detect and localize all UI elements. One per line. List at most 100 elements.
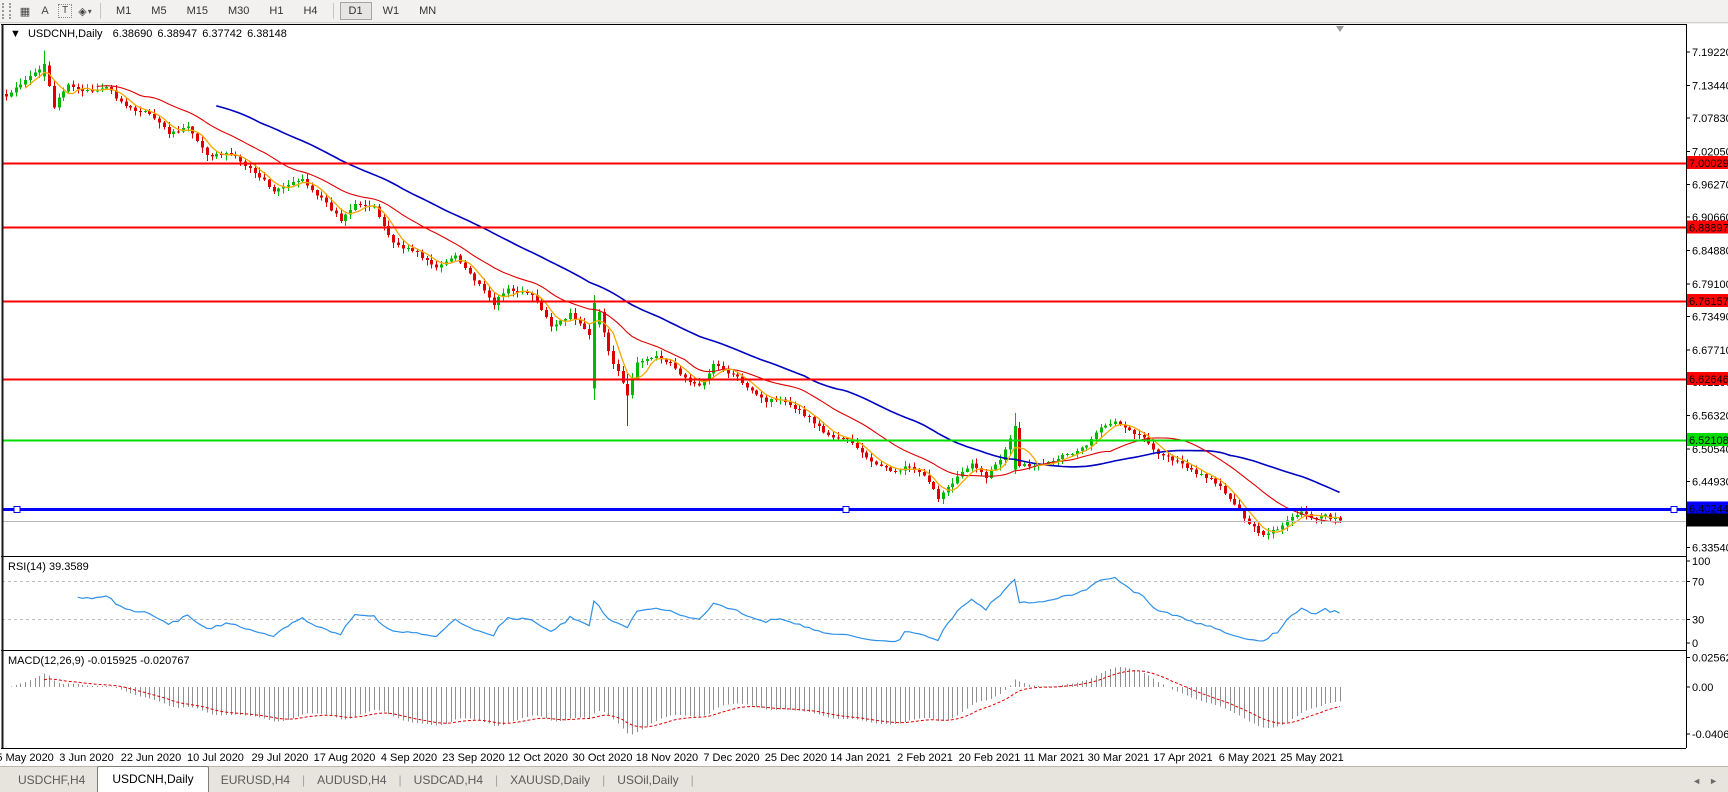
- chevron-down-icon: ▾: [87, 6, 92, 16]
- price-tick: 6.56320: [1692, 411, 1728, 423]
- tabs-scroll-right-icon[interactable]: ►: [1709, 776, 1718, 786]
- date-tick[interactable]: 10 Jul 2020: [187, 752, 244, 764]
- date-tick[interactable]: 25 Dec 2020: [765, 752, 827, 764]
- macd-tick: 0.00: [1692, 682, 1713, 694]
- tab-separator: |: [690, 773, 694, 787]
- date-tick[interactable]: 17 Aug 2020: [314, 752, 376, 764]
- text-label-button[interactable]: A: [36, 2, 54, 20]
- toolbar-drag-handle[interactable]: [2, 3, 11, 19]
- svg-text:7.00029: 7.00029: [1689, 158, 1728, 170]
- price-tick: 7.13440: [1692, 81, 1728, 93]
- ohlc-high: 6.38947: [157, 28, 197, 40]
- svg-text:6.62646: 6.62646: [1689, 374, 1728, 386]
- date-axis[interactable]: 15 May 2020 3 Jun 2020 22 Jun 2020 10 Jul 2…: [0, 752, 1344, 764]
- date-tick[interactable]: 17 Apr 2021: [1153, 752, 1212, 764]
- date-tick[interactable]: 6 May 2021: [1219, 752, 1276, 764]
- date-tick[interactable]: 3 Jun 2020: [59, 752, 113, 764]
- svg-text:6.52108: 6.52108: [1689, 435, 1728, 447]
- symbol-dropdown-icon: ▼: [10, 28, 21, 40]
- date-tick[interactable]: 7 Dec 2020: [703, 752, 759, 764]
- svg-text:6.38148: 6.38148: [1689, 516, 1728, 528]
- timeframe-button-w1[interactable]: W1: [374, 2, 409, 20]
- date-tick[interactable]: 18 Nov 2020: [636, 752, 698, 764]
- macd-label: MACD(12,26,9) -0.015925 -0.020767: [8, 655, 190, 667]
- date-tick[interactable]: 30 Oct 2020: [573, 752, 633, 764]
- toolbar-separator: [100, 3, 101, 19]
- timeframe-button-h1[interactable]: H1: [260, 2, 292, 20]
- text-label-icon: A: [41, 5, 49, 17]
- tab-scrollers: ◄ ►: [1682, 776, 1728, 792]
- tab-audusd-h4[interactable]: AUDUSD,H4: [305, 769, 398, 792]
- timeframe-button-mn[interactable]: MN: [410, 2, 445, 20]
- date-tick[interactable]: 2 Feb 2021: [897, 752, 953, 764]
- rsi-line: [77, 576, 1340, 643]
- indicator-list-icon[interactable]: ▦: [16, 2, 34, 20]
- rsi-tick: 100: [1692, 556, 1710, 568]
- date-tick[interactable]: 22 Jun 2020: [121, 752, 182, 764]
- ma-20-line: [96, 85, 1340, 523]
- timeframe-button-m15[interactable]: M15: [178, 2, 217, 20]
- timeframe-button-m1[interactable]: M1: [107, 2, 140, 20]
- toolbar-separator: [332, 3, 334, 19]
- rsi-panel: [2, 576, 1686, 643]
- grid-icon: ▦: [19, 5, 31, 18]
- ohlc-low: 6.37742: [202, 28, 242, 40]
- date-tick[interactable]: 20 Feb 2021: [959, 752, 1021, 764]
- price-tick: 6.44930: [1692, 476, 1728, 488]
- rsi-tick: 0: [1692, 638, 1698, 650]
- svg-text:6.76157: 6.76157: [1689, 296, 1728, 308]
- text-box-button[interactable]: T: [56, 2, 74, 20]
- tab-usdchf-h4[interactable]: USDCHF,H4: [6, 769, 97, 792]
- price-axis[interactable]: 7.192207.134407.078307.020506.962706.906…: [1686, 47, 1728, 741]
- ohlc-open: 6.38690: [113, 28, 153, 40]
- date-tick[interactable]: 11 Mar 2021: [1024, 752, 1085, 764]
- rsi-tick: 70: [1692, 577, 1704, 589]
- price-tick: 6.73490: [1692, 311, 1728, 323]
- shapes-icon: ◈: [78, 5, 87, 18]
- timeframe-button-group: M1 M5 M15 M30 H1 H4 D1 W1 MN: [106, 2, 446, 20]
- rsi-tick: 30: [1692, 615, 1704, 627]
- macd-tick: 0.025623: [1692, 653, 1728, 665]
- price-tick: 7.19220: [1692, 47, 1728, 59]
- tab-xauusd-daily[interactable]: XAUUSD,Daily: [498, 769, 602, 792]
- tab-usdcad-h4[interactable]: USDCAD,H4: [402, 769, 495, 792]
- level-handle[interactable]: [842, 506, 850, 513]
- panel-borders: [1, 24, 1687, 749]
- date-tick[interactable]: 30 Mar 2021: [1088, 752, 1150, 764]
- horizontal-level-lines[interactable]: [2, 162, 1686, 522]
- macd-tick: -0.040687: [1692, 729, 1728, 741]
- tab-usdcnh-daily[interactable]: USDCNH,Daily: [97, 766, 209, 792]
- macd-signal-line: [43, 670, 1341, 728]
- rsi-label: RSI(14) 39.3589: [8, 561, 89, 573]
- date-tick[interactable]: 12 Oct 2020: [508, 752, 568, 764]
- date-tick[interactable]: 4 Sep 2020: [381, 752, 437, 764]
- timeframe-button-m30[interactable]: M30: [219, 2, 258, 20]
- tab-eurusd-h4[interactable]: EURUSD,H4: [209, 769, 302, 792]
- chart-shift-marker[interactable]: [1336, 26, 1344, 32]
- candlestick-series: [5, 50, 1342, 540]
- shapes-button[interactable]: ◈ ▾: [76, 2, 94, 20]
- tab-usoil-daily[interactable]: USOil,Daily: [605, 769, 690, 792]
- date-tick[interactable]: 14 Jan 2021: [830, 752, 891, 764]
- timeframe-button-m5[interactable]: M5: [142, 2, 175, 20]
- price-tick: 6.96270: [1692, 180, 1728, 192]
- date-tick[interactable]: 15 May 2020: [0, 752, 54, 764]
- timeframe-button-h4[interactable]: H4: [294, 2, 326, 20]
- price-tick: 7.07830: [1692, 113, 1728, 125]
- level-handle[interactable]: [13, 506, 21, 513]
- tabs-scroll-left-icon[interactable]: ◄: [1692, 776, 1701, 786]
- text-box-icon: T: [57, 4, 73, 18]
- date-tick[interactable]: 29 Jul 2020: [252, 752, 309, 764]
- macd-panel: [11, 667, 1341, 735]
- price-tick: 6.67710: [1692, 345, 1728, 357]
- price-tick: 6.79100: [1692, 279, 1728, 291]
- chart-canvas[interactable]: 7.192207.134407.078307.020506.962706.906…: [0, 24, 1728, 766]
- level-handle[interactable]: [1670, 506, 1678, 513]
- date-tick[interactable]: 25 May 2021: [1280, 752, 1344, 764]
- date-tick[interactable]: 23 Sep 2020: [442, 752, 504, 764]
- symbol-tab-bar: USDCHF,H4 USDCNH,Daily EURUSD,H4 | AUDUSD,H4…: [0, 766, 1728, 792]
- symbol-timeframe-label: USDCNH,Daily: [28, 28, 103, 40]
- timeframe-button-d1[interactable]: D1: [339, 2, 372, 20]
- ohlc-close: 6.38148: [247, 28, 287, 40]
- chart-title: ▼ USDCNH,Daily 6.38690 6.38947 6.37742 6…: [10, 28, 287, 40]
